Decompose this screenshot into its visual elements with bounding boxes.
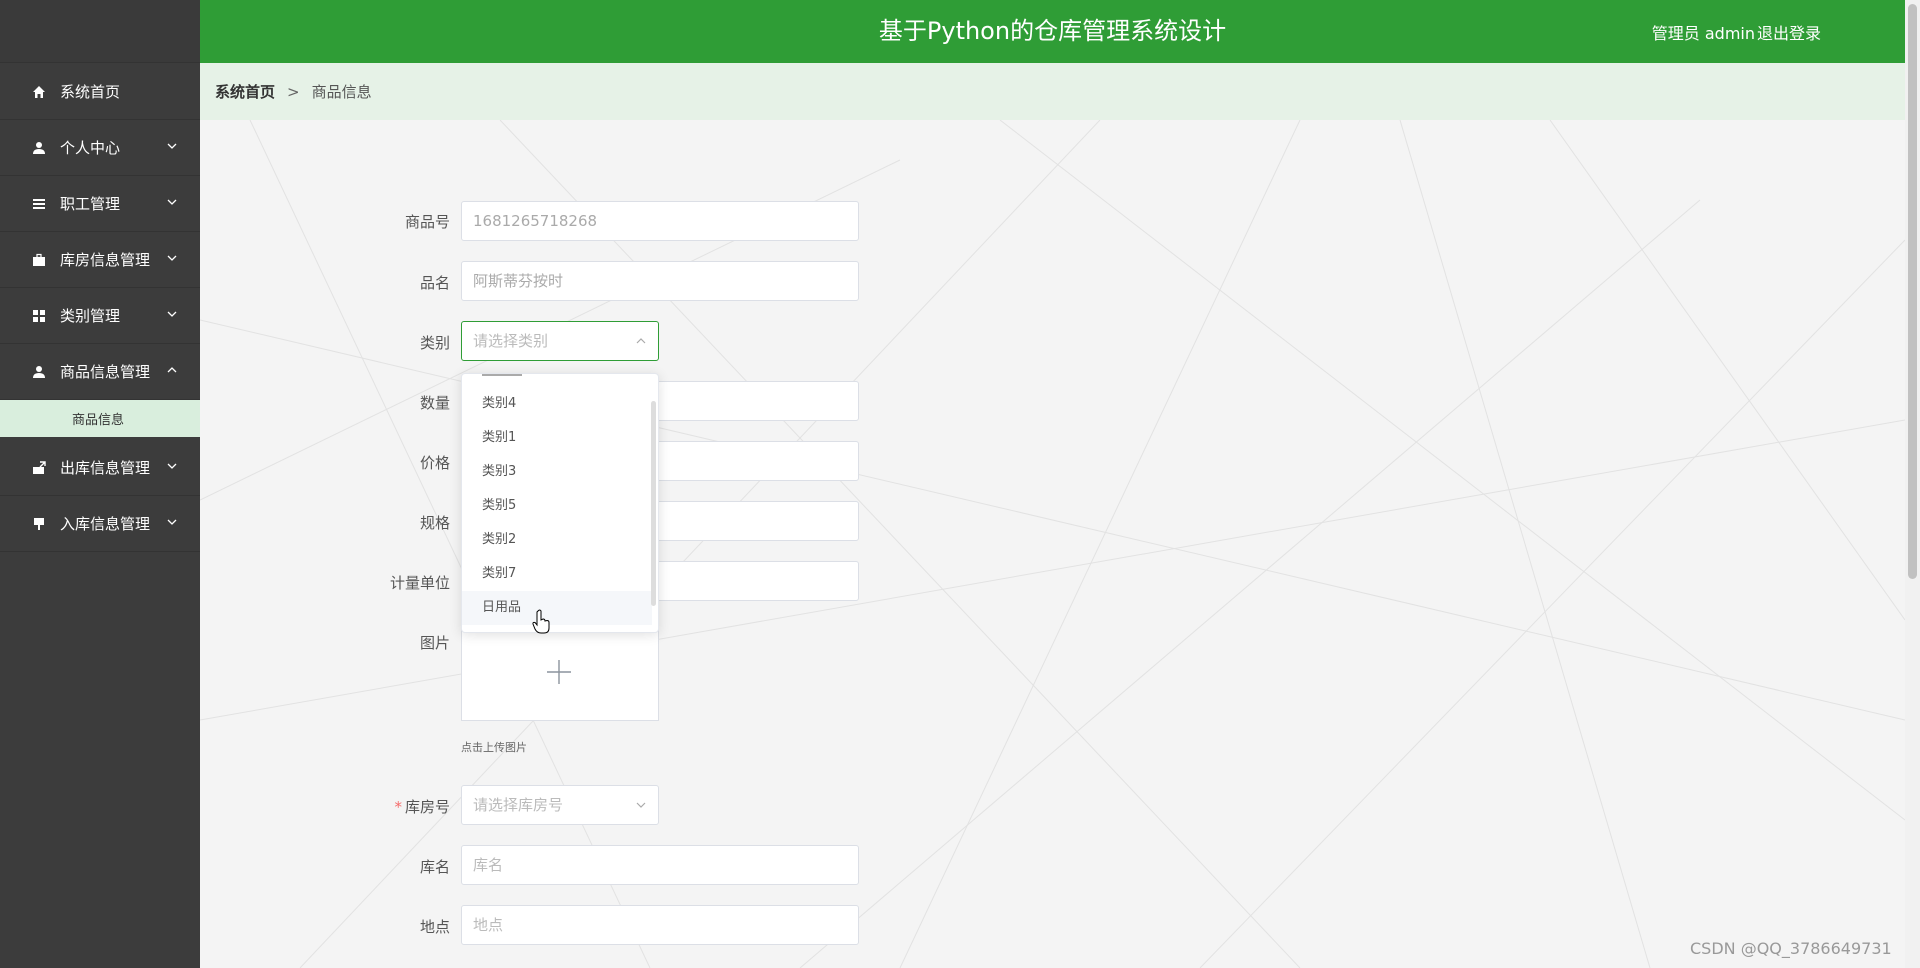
- label-warehouse-name: 库名: [419, 858, 450, 876]
- label-name: 品名: [419, 274, 450, 292]
- sidebar-item-inbound[interactable]: 入库信息管理: [0, 496, 200, 552]
- user-icon: [30, 139, 48, 157]
- background-pattern: [200, 120, 1905, 968]
- main-content: [200, 120, 1905, 968]
- dropdown-option[interactable]: 类别3: [462, 455, 652, 489]
- logout-link[interactable]: 退出登录: [1757, 20, 1821, 44]
- top-header: 基于Python的仓库管理系统设计 管理员 admin 退出登录: [200, 0, 1905, 63]
- hand-cursor-icon: [532, 609, 550, 634]
- sidebar-item-label: 职工管理: [60, 195, 121, 213]
- user-icon: [30, 363, 48, 381]
- label-category: 类别: [419, 334, 450, 352]
- required-mark: *: [394, 798, 402, 816]
- sidebar-item-label: 类别管理: [60, 307, 121, 325]
- sidebar-item-label: 系统首页: [60, 83, 121, 101]
- app-title: 基于Python的仓库管理系统设计: [878, 17, 1227, 45]
- category-dropdown: 类别4 类别1 类别3 类别5 类别2 类别7 日用品: [461, 373, 659, 633]
- submenu-item-product-info[interactable]: 商品信息: [0, 400, 200, 437]
- chevron-down-icon: [167, 255, 177, 261]
- label-unit: 计量单位: [389, 574, 450, 592]
- dropdown-scrollbar[interactable]: [651, 401, 656, 606]
- warehouse-no-select[interactable]: 请选择库房号: [461, 785, 659, 825]
- name-input[interactable]: 阿斯蒂芬按时: [461, 261, 859, 301]
- label-spec: 规格: [419, 514, 450, 532]
- sidebar-item-product-info[interactable]: 商品信息管理: [0, 344, 200, 400]
- upload-hint: 点击上传图片: [461, 741, 527, 754]
- chevron-down-icon: [167, 199, 177, 205]
- sidebar: 系统首页 个人中心 职工管理 库房信息管理 类别管理 商品信息管理 商品信息 出…: [0, 0, 200, 968]
- category-select[interactable]: 请选择类别: [461, 321, 659, 361]
- watermark: CSDN @QQ_3786649731: [1690, 939, 1892, 958]
- location-input[interactable]: 地点: [461, 905, 859, 945]
- page-scrollbar[interactable]: [1905, 0, 1920, 968]
- breadcrumb: 系统首页 > 商品信息: [200, 63, 1905, 120]
- plus-icon: [547, 660, 571, 684]
- grid-icon: [30, 307, 48, 325]
- breadcrumb-separator: >: [287, 82, 300, 101]
- label-product-no: 商品号: [404, 213, 450, 231]
- sidebar-logo-area: [0, 0, 200, 63]
- chevron-down-icon: [636, 802, 646, 808]
- sidebar-item-category[interactable]: 类别管理: [0, 288, 200, 344]
- sidebar-item-staff[interactable]: 职工管理: [0, 176, 200, 232]
- briefcase-icon: [30, 251, 48, 269]
- sidebar-item-label: 库房信息管理: [60, 251, 151, 269]
- label-location: 地点: [419, 918, 450, 936]
- dropdown-option[interactable]: 类别7: [462, 557, 652, 591]
- dropdown-partial-item: [482, 374, 522, 376]
- image-upload[interactable]: [461, 623, 659, 721]
- sidebar-item-label: 入库信息管理: [60, 515, 151, 533]
- box-out-icon: [30, 459, 48, 477]
- home-icon: [30, 83, 48, 101]
- sidebar-item-warehouse-info[interactable]: 库房信息管理: [0, 232, 200, 288]
- label-warehouse-no: * 库房号: [330, 796, 450, 817]
- chevron-up-icon: [167, 367, 177, 373]
- stamp-icon: [30, 515, 48, 533]
- sidebar-item-label: 商品信息管理: [60, 363, 151, 381]
- chevron-up-icon: [636, 338, 646, 344]
- chevron-down-icon: [167, 519, 177, 525]
- scrollbar-thumb[interactable]: [1908, 4, 1917, 579]
- dropdown-option[interactable]: 类别4: [462, 387, 652, 421]
- label-quantity: 数量: [419, 394, 450, 412]
- sidebar-item-label: 出库信息管理: [60, 459, 151, 477]
- breadcrumb-current: 商品信息: [311, 83, 372, 101]
- chevron-down-icon: [167, 143, 177, 149]
- submenu-item-label: 商品信息: [72, 413, 125, 428]
- warehouse-no-placeholder: 请选择库房号: [473, 796, 564, 814]
- product-no-input[interactable]: 1681265718268: [461, 201, 859, 241]
- category-placeholder: 请选择类别: [473, 332, 549, 350]
- sidebar-item-label: 个人中心: [60, 139, 121, 157]
- list-icon: [30, 195, 48, 213]
- warehouse-name-placeholder: 库名: [473, 856, 504, 874]
- user-info: 管理员 admin: [1651, 24, 1755, 43]
- dropdown-option[interactable]: 类别2: [462, 523, 652, 557]
- sidebar-item-personal-center[interactable]: 个人中心: [0, 120, 200, 176]
- breadcrumb-home[interactable]: 系统首页: [215, 81, 275, 102]
- label-text: 库房号: [404, 798, 450, 816]
- sidebar-item-outbound[interactable]: 出库信息管理: [0, 440, 200, 496]
- dropdown-option[interactable]: 类别5: [462, 489, 652, 523]
- sidebar-item-home[interactable]: 系统首页: [0, 64, 200, 120]
- dropdown-option[interactable]: 日用品: [462, 591, 652, 625]
- chevron-down-icon: [167, 311, 177, 317]
- warehouse-name-input[interactable]: 库名: [461, 845, 859, 885]
- dropdown-option[interactable]: 类别1: [462, 421, 652, 455]
- location-placeholder: 地点: [473, 916, 504, 934]
- label-image: 图片: [419, 634, 450, 652]
- label-price: 价格: [419, 454, 450, 472]
- chevron-down-icon: [167, 463, 177, 469]
